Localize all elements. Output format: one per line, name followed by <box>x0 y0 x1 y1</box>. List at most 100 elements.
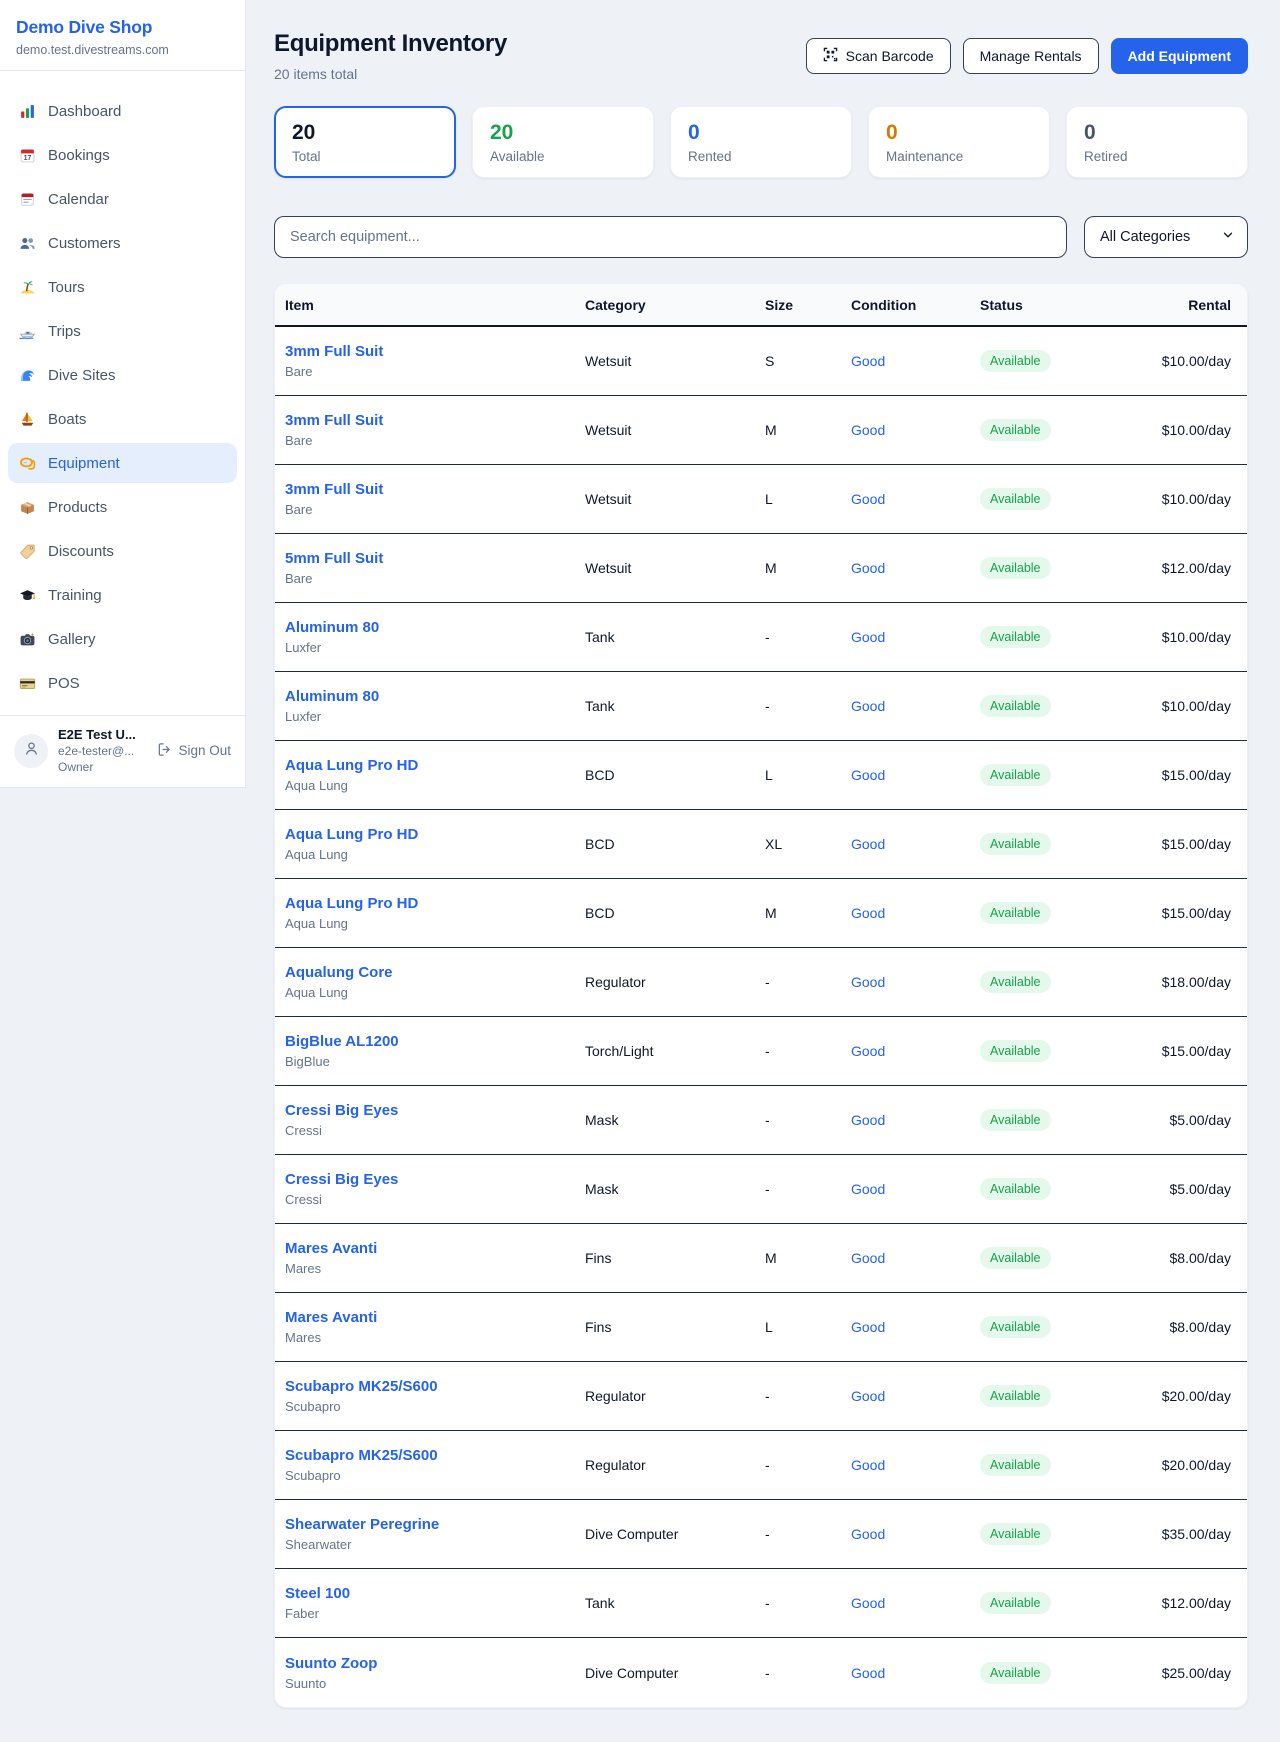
condition-link[interactable]: Good <box>851 422 980 438</box>
condition-link[interactable]: Good <box>851 836 980 852</box>
add-equipment-button[interactable]: Add Equipment <box>1111 38 1248 74</box>
stat-card-retired[interactable]: 0Retired <box>1066 106 1248 178</box>
rental-cell: $15.00/day <box>1130 767 1231 783</box>
status-cell: Available <box>980 1385 1130 1407</box>
status-badge: Available <box>980 1040 1051 1062</box>
category-select[interactable]: All Categories <box>1084 216 1248 258</box>
condition-link[interactable]: Good <box>851 353 980 369</box>
item-name-link[interactable]: 3mm Full Suit <box>285 412 585 429</box>
condition-link[interactable]: Good <box>851 1595 980 1611</box>
table-row: Mares AvantiMaresFinsLGoodAvailable$8.00… <box>275 1293 1247 1362</box>
table-row: Aqua Lung Pro HDAqua LungBCDLGoodAvailab… <box>275 741 1247 810</box>
item-name-link[interactable]: Cressi Big Eyes <box>285 1171 585 1188</box>
condition-link[interactable]: Good <box>851 1457 980 1473</box>
category-cell: Regulator <box>585 1457 765 1473</box>
item-name-link[interactable]: Aqualung Core <box>285 964 585 981</box>
condition-link[interactable]: Good <box>851 560 980 576</box>
item-brand: Mares <box>285 1261 585 1276</box>
stat-card-available[interactable]: 20Available <box>472 106 654 178</box>
table-row: Scubapro MK25/S600ScubaproRegulator-Good… <box>275 1431 1247 1500</box>
item-name-link[interactable]: 3mm Full Suit <box>285 343 585 360</box>
condition-link[interactable]: Good <box>851 974 980 990</box>
sidebar-item-products[interactable]: Products <box>8 487 237 527</box>
status-cell: Available <box>980 902 1130 924</box>
sidebar-item-bookings[interactable]: 17Bookings <box>8 135 237 175</box>
category-cell: Wetsuit <box>585 491 765 507</box>
sidebar-item-gallery[interactable]: Gallery <box>8 619 237 659</box>
sidebar-item-discounts[interactable]: Discounts <box>8 531 237 571</box>
item-brand: Cressi <box>285 1123 585 1138</box>
stat-card-maintenance[interactable]: 0Maintenance <box>868 106 1050 178</box>
sidebar-item-tours[interactable]: Tours <box>8 267 237 307</box>
condition-link[interactable]: Good <box>851 1319 980 1335</box>
scan-barcode-button[interactable]: Scan Barcode <box>806 38 951 74</box>
item-name-link[interactable]: Scubapro MK25/S600 <box>285 1447 585 1464</box>
table-row: 3mm Full SuitBareWetsuitSGoodAvailable$1… <box>275 327 1247 396</box>
item-name-link[interactable]: Cressi Big Eyes <box>285 1102 585 1119</box>
size-cell: M <box>765 905 851 921</box>
condition-link[interactable]: Good <box>851 1526 980 1542</box>
item-cell: Mares AvantiMares <box>285 1309 585 1345</box>
condition-link[interactable]: Good <box>851 905 980 921</box>
category-cell: Tank <box>585 698 765 714</box>
stat-card-rented[interactable]: 0Rented <box>670 106 852 178</box>
rental-cell: $15.00/day <box>1130 905 1231 921</box>
item-cell: Scubapro MK25/S600Scubapro <box>285 1378 585 1414</box>
item-name-link[interactable]: Aqua Lung Pro HD <box>285 826 585 843</box>
size-cell: M <box>765 560 851 576</box>
item-name-link[interactable]: Aluminum 80 <box>285 619 585 636</box>
condition-link[interactable]: Good <box>851 491 980 507</box>
sidebar-item-label: Equipment <box>48 455 120 472</box>
condition-link[interactable]: Good <box>851 1665 980 1681</box>
item-name-link[interactable]: Scubapro MK25/S600 <box>285 1378 585 1395</box>
sidebar-item-label: Dashboard <box>48 103 121 120</box>
sidebar-item-dashboard[interactable]: Dashboard <box>8 91 237 131</box>
sign-out-button[interactable]: Sign Out <box>157 742 231 760</box>
sidebar-item-pos[interactable]: POS <box>8 663 237 703</box>
item-name-link[interactable]: Aluminum 80 <box>285 688 585 705</box>
stat-value: 0 <box>1084 120 1230 146</box>
sidebar-item-equipment[interactable]: Equipment <box>8 443 237 483</box>
rental-cell: $18.00/day <box>1130 974 1231 990</box>
item-cell: Shearwater PeregrineShearwater <box>285 1516 585 1552</box>
item-name-link[interactable]: Suunto Zoop <box>285 1655 585 1672</box>
item-name-link[interactable]: Mares Avanti <box>285 1240 585 1257</box>
item-name-link[interactable]: Steel 100 <box>285 1585 585 1602</box>
sidebar-item-dive-sites[interactable]: Dive Sites <box>8 355 237 395</box>
item-name-link[interactable]: BigBlue AL1200 <box>285 1033 585 1050</box>
sidebar: Demo Dive Shop demo.test.divestreams.com… <box>0 0 246 788</box>
sidebar-item-calendar[interactable]: Calendar <box>8 179 237 219</box>
search-input[interactable] <box>274 216 1067 258</box>
condition-link[interactable]: Good <box>851 1112 980 1128</box>
item-brand: Bare <box>285 502 585 517</box>
item-name-link[interactable]: Aqua Lung Pro HD <box>285 895 585 912</box>
category-cell: Mask <box>585 1181 765 1197</box>
sidebar-item-trips[interactable]: Trips <box>8 311 237 351</box>
status-cell: Available <box>980 1316 1130 1338</box>
sidebar-item-boats[interactable]: Boats <box>8 399 237 439</box>
condition-link[interactable]: Good <box>851 1181 980 1197</box>
item-name-link[interactable]: Aqua Lung Pro HD <box>285 757 585 774</box>
manage-rentals-button[interactable]: Manage Rentals <box>963 38 1099 74</box>
condition-link[interactable]: Good <box>851 767 980 783</box>
table-row: Suunto ZoopSuuntoDive Computer-GoodAvail… <box>275 1638 1247 1707</box>
condition-link[interactable]: Good <box>851 1250 980 1266</box>
condition-link[interactable]: Good <box>851 629 980 645</box>
item-name-link[interactable]: Mares Avanti <box>285 1309 585 1326</box>
condition-link[interactable]: Good <box>851 698 980 714</box>
size-cell: - <box>765 974 851 990</box>
size-cell: XL <box>765 836 851 852</box>
condition-link[interactable]: Good <box>851 1388 980 1404</box>
stat-card-total[interactable]: 20Total <box>274 106 456 178</box>
sidebar-item-training[interactable]: Training <box>8 575 237 615</box>
sidebar-item-customers[interactable]: Customers <box>8 223 237 263</box>
item-brand: BigBlue <box>285 1054 585 1069</box>
shop-name[interactable]: Demo Dive Shop <box>16 17 229 38</box>
status-badge: Available <box>980 419 1051 441</box>
item-name-link[interactable]: 5mm Full Suit <box>285 550 585 567</box>
item-name-link[interactable]: 3mm Full Suit <box>285 481 585 498</box>
condition-link[interactable]: Good <box>851 1043 980 1059</box>
table-row: BigBlue AL1200BigBlueTorch/Light-GoodAva… <box>275 1017 1247 1086</box>
item-name-link[interactable]: Shearwater Peregrine <box>285 1516 585 1533</box>
category-cell: Dive Computer <box>585 1526 765 1542</box>
